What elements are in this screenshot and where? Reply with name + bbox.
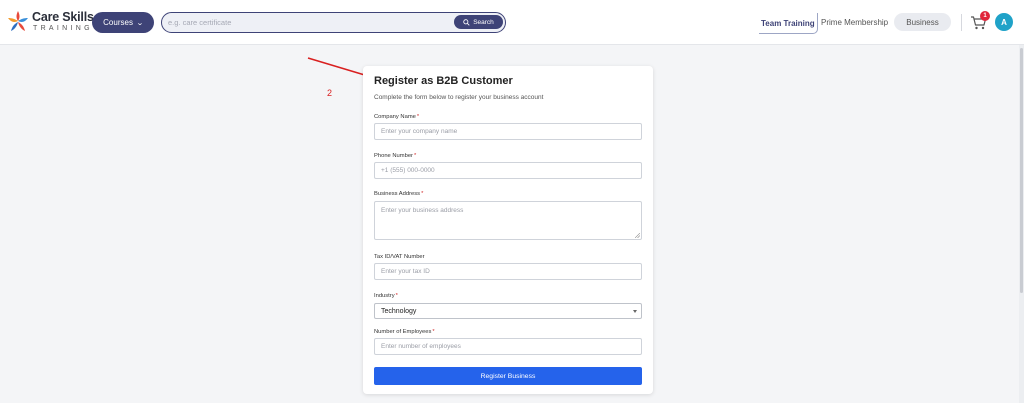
form-subtitle: Complete the form below to register your… [374, 94, 544, 101]
register-business-label: Register Business [480, 372, 536, 380]
nav-prime-membership[interactable]: Prime Membership [821, 13, 888, 32]
nav-business[interactable]: Business [894, 13, 951, 31]
phone-number-input[interactable] [374, 162, 642, 179]
care-skills-logo-icon [8, 11, 28, 31]
search-button-label: Search [473, 18, 494, 26]
search-input[interactable] [168, 15, 448, 30]
brand-title: Care Skills [32, 10, 94, 24]
business-address-label: Business Address* [374, 191, 424, 197]
resize-grip-icon[interactable] [635, 233, 640, 238]
courses-dropdown-button[interactable]: Courses ⌄ [92, 12, 154, 33]
caret-down-icon [633, 310, 637, 313]
scrollbar-thumb[interactable] [1020, 48, 1023, 293]
search-icon [463, 18, 470, 26]
industry-label: Industry* [374, 293, 398, 299]
top-header: Care Skills TRAINING Courses ⌄ Search Te… [0, 0, 1024, 45]
nav-divider [961, 14, 962, 31]
nav-team-training[interactable]: Team Training [759, 13, 818, 34]
brand-logo[interactable]: Care Skills TRAINING [6, 9, 94, 37]
cart-count-badge: 1 [980, 11, 990, 21]
industry-selected-value: Technology [381, 307, 417, 315]
phone-number-label: Phone Number* [374, 153, 417, 159]
user-avatar[interactable]: A [995, 13, 1013, 31]
form-title: Register as B2B Customer [374, 75, 513, 87]
page-scrollbar[interactable] [1019, 45, 1024, 403]
employees-input[interactable] [374, 338, 642, 355]
business-address-textarea[interactable] [374, 201, 642, 240]
company-name-label: Company Name* [374, 114, 420, 120]
tax-id-label: Tax ID/VAT Number [374, 254, 425, 260]
company-name-input[interactable] [374, 123, 642, 140]
employees-label: Number of Employees* [374, 329, 435, 335]
annotation-number: 2 [327, 88, 333, 98]
b2b-register-card: Register as B2B Customer Complete the fo… [363, 66, 653, 394]
courses-label: Courses [103, 18, 133, 27]
search-button[interactable]: Search [454, 15, 503, 29]
register-business-button[interactable]: Register Business [374, 367, 642, 385]
brand-subtitle: TRAINING [33, 25, 93, 32]
search-bar: Search [161, 12, 506, 33]
tax-id-input[interactable] [374, 263, 642, 280]
chevron-down-icon: ⌄ [136, 19, 144, 27]
industry-select[interactable]: Technology [374, 303, 642, 319]
